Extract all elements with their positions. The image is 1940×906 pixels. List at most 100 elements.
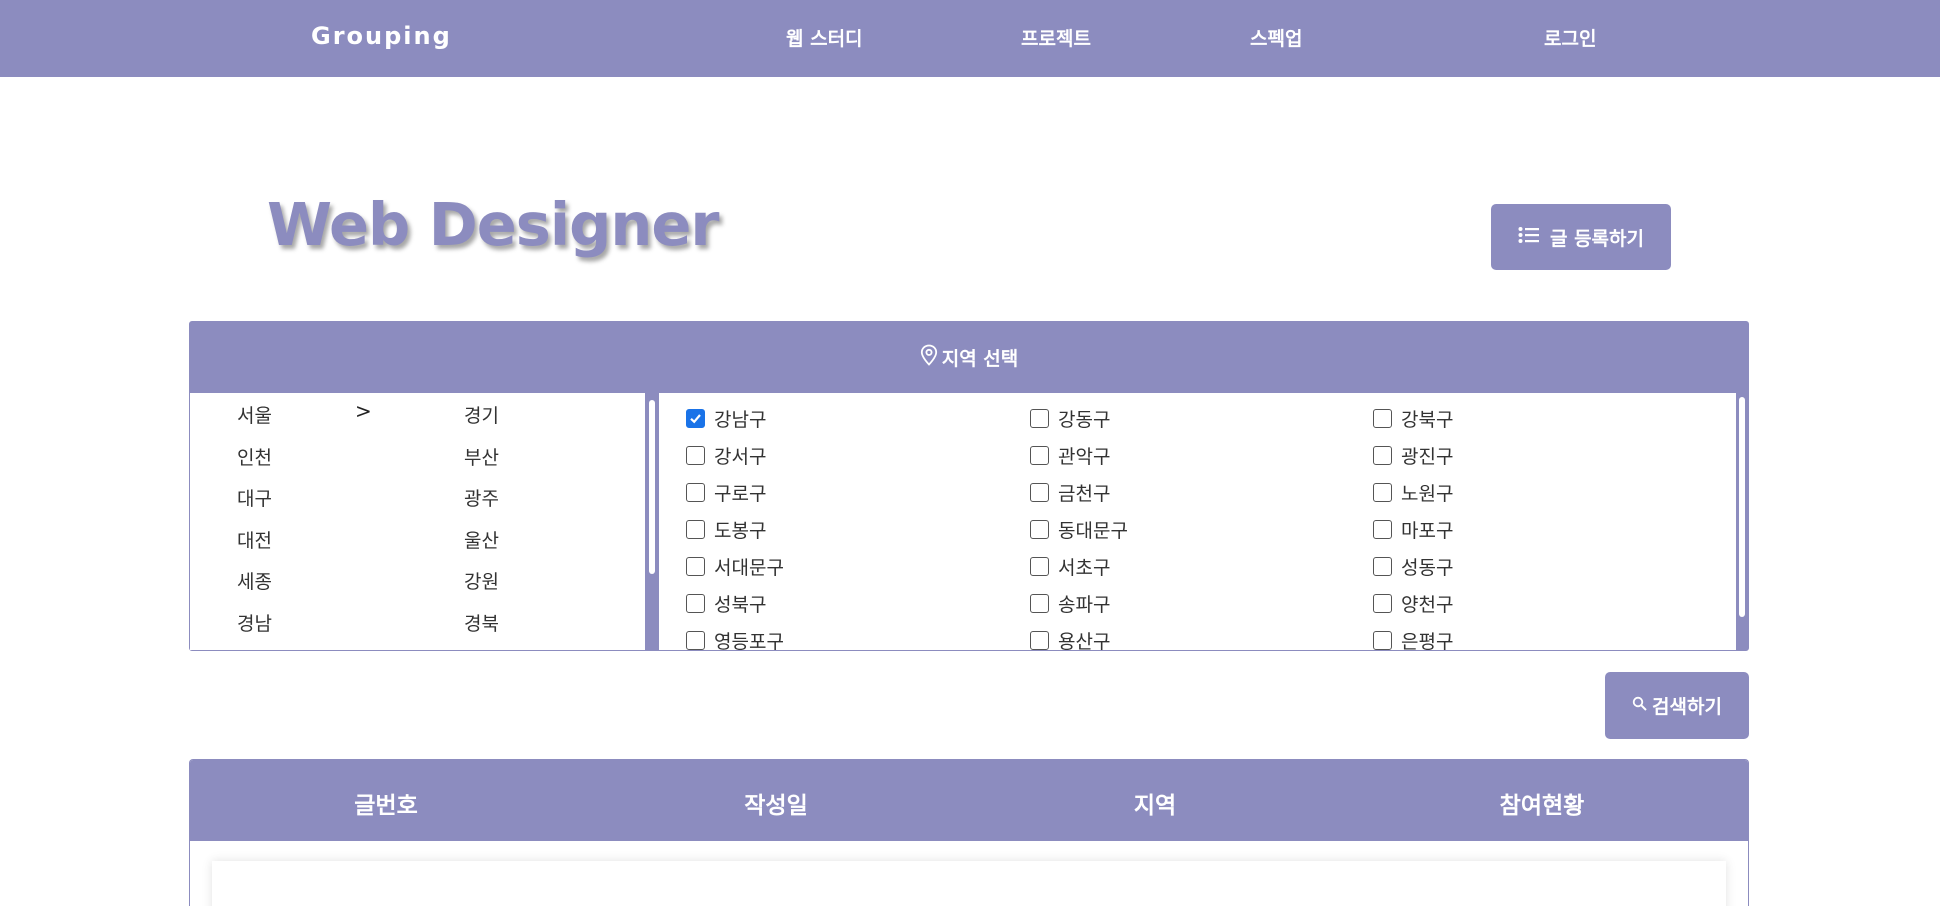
table-row-card[interactable]: [212, 861, 1726, 906]
district-item[interactable]: 강북구: [1373, 405, 1453, 432]
province-item-busan[interactable]: 부산: [464, 443, 499, 470]
write-post-label: 글 등록하기: [1549, 227, 1644, 250]
district-checkbox[interactable]: [1030, 594, 1049, 613]
region-select-panel: 지역 선택 > 서울 경기 인천 부산 대구 광주 대전 울산 세종 강원 경남…: [189, 321, 1749, 651]
district-item[interactable]: 용산구: [1030, 627, 1110, 650]
district-label: 서대문구: [714, 557, 784, 579]
district-item[interactable]: 관악구: [1030, 442, 1110, 469]
district-label: 강북구: [1401, 409, 1454, 431]
district-label: 용산구: [1058, 631, 1111, 650]
district-checkbox[interactable]: [686, 483, 705, 502]
chevron-right-icon: >: [355, 399, 372, 423]
district-checkbox[interactable]: [686, 446, 705, 465]
table-header: 글번호 작성일 지역 참여현황: [190, 760, 1748, 841]
province-item-gyeongbuk[interactable]: 경북: [464, 609, 499, 636]
nav-link-spec-up[interactable]: 스펙업: [1250, 24, 1302, 51]
district-checkbox[interactable]: [1373, 520, 1392, 539]
district-item[interactable]: 성동구: [1373, 553, 1453, 580]
district-label: 구로구: [714, 483, 767, 505]
district-label: 서초구: [1058, 557, 1111, 579]
district-item[interactable]: 동대문구: [1030, 516, 1128, 543]
district-item[interactable]: 강서구: [686, 442, 766, 469]
page-title: Web Designer: [267, 190, 719, 259]
write-post-button[interactable]: 글 등록하기: [1491, 204, 1671, 270]
district-checkbox[interactable]: [1030, 520, 1049, 539]
district-label: 양천구: [1401, 594, 1454, 616]
district-item[interactable]: 성북구: [686, 590, 766, 617]
district-label: 광진구: [1401, 446, 1454, 468]
district-label: 은평구: [1401, 631, 1454, 650]
brand-logo[interactable]: Grouping: [311, 22, 452, 50]
district-checkbox[interactable]: [1373, 446, 1392, 465]
district-checkbox[interactable]: [1030, 483, 1049, 502]
district-item[interactable]: 양천구: [1373, 590, 1453, 617]
district-checkbox[interactable]: [686, 409, 705, 428]
district-list: 강남구 강동구 강북구강서구 관악구 광진구구로구 금천구 노원구도봉구 동대문구 마포구서대문…: [659, 393, 1736, 650]
district-label: 관악구: [1058, 446, 1111, 468]
district-label: 성북구: [714, 594, 767, 616]
region-panel-header: 지역 선택: [190, 322, 1748, 393]
post-table: 글번호 작성일 지역 참여현황: [189, 759, 1749, 906]
district-item[interactable]: 영등포구: [686, 627, 784, 650]
district-item[interactable]: 송파구: [1030, 590, 1110, 617]
district-label: 금천구: [1058, 483, 1111, 505]
district-checkbox[interactable]: [686, 594, 705, 613]
district-item[interactable]: 노원구: [1373, 479, 1453, 506]
district-label: 강서구: [714, 446, 767, 468]
column-header-region: 지역: [1133, 793, 1177, 819]
district-item[interactable]: 도봉구: [686, 516, 766, 543]
province-item-daegu[interactable]: 대구: [237, 484, 272, 511]
province-item-gangwon[interactable]: 강원: [464, 567, 499, 594]
district-item[interactable]: 광진구: [1373, 442, 1453, 469]
nav-link-project[interactable]: 프로젝트: [1021, 24, 1091, 51]
province-list: > 서울 경기 인천 부산 대구 광주 대전 울산 세종 강원 경남 경북: [190, 393, 645, 650]
district-label: 노원구: [1401, 483, 1454, 505]
province-scrollbar-thumb[interactable]: [649, 400, 655, 574]
nav-link-login[interactable]: 로그인: [1544, 24, 1596, 51]
district-item[interactable]: 서초구: [1030, 553, 1110, 580]
district-checkbox[interactable]: [1373, 557, 1392, 576]
district-checkbox[interactable]: [1373, 594, 1392, 613]
list-icon: [1518, 226, 1540, 249]
map-pin-icon: [920, 344, 938, 371]
district-checkbox[interactable]: [1373, 483, 1392, 502]
column-header-date: 작성일: [744, 793, 808, 819]
district-checkbox[interactable]: [1030, 446, 1049, 465]
district-label: 송파구: [1058, 594, 1111, 616]
district-item[interactable]: 서대문구: [686, 553, 784, 580]
district-checkbox[interactable]: [686, 631, 705, 650]
province-item-incheon[interactable]: 인천: [237, 443, 272, 470]
district-checkbox[interactable]: [1030, 409, 1049, 428]
column-header-post-number: 글번호: [354, 793, 418, 819]
district-item[interactable]: 강남구: [686, 405, 766, 432]
province-item-gyeonggi[interactable]: 경기: [464, 401, 499, 428]
search-button[interactable]: 검색하기: [1605, 672, 1749, 739]
province-item-gyeongnam[interactable]: 경남: [237, 609, 272, 636]
district-item[interactable]: 은평구: [1373, 627, 1453, 650]
region-panel-title: 지역 선택: [941, 348, 1019, 370]
district-label: 영등포구: [714, 631, 784, 650]
province-item-gwangju[interactable]: 광주: [464, 484, 499, 511]
district-scrollbar-thumb[interactable]: [1739, 397, 1745, 617]
search-button-label: 검색하기: [1652, 696, 1722, 718]
province-item-ulsan[interactable]: 울산: [464, 526, 499, 553]
district-checkbox[interactable]: [1373, 409, 1392, 428]
top-navbar: Grouping 웹 스터디 프로젝트 스펙업 로그인: [0, 0, 1940, 77]
province-item-seoul[interactable]: 서울: [237, 401, 272, 428]
district-label: 동대문구: [1058, 520, 1128, 542]
district-item[interactable]: 강동구: [1030, 405, 1110, 432]
district-checkbox[interactable]: [686, 520, 705, 539]
district-checkbox[interactable]: [1373, 631, 1392, 650]
district-label: 강동구: [1058, 409, 1111, 431]
district-label: 마포구: [1401, 520, 1454, 542]
district-item[interactable]: 구로구: [686, 479, 766, 506]
district-checkbox[interactable]: [686, 557, 705, 576]
province-item-daejeon[interactable]: 대전: [237, 526, 272, 553]
nav-link-web-study[interactable]: 웹 스터디: [786, 24, 863, 51]
district-checkbox[interactable]: [1030, 557, 1049, 576]
district-item[interactable]: 마포구: [1373, 516, 1453, 543]
district-checkbox[interactable]: [1030, 631, 1049, 650]
district-label: 강남구: [714, 409, 767, 431]
district-item[interactable]: 금천구: [1030, 479, 1110, 506]
province-item-sejong[interactable]: 세종: [237, 567, 272, 594]
